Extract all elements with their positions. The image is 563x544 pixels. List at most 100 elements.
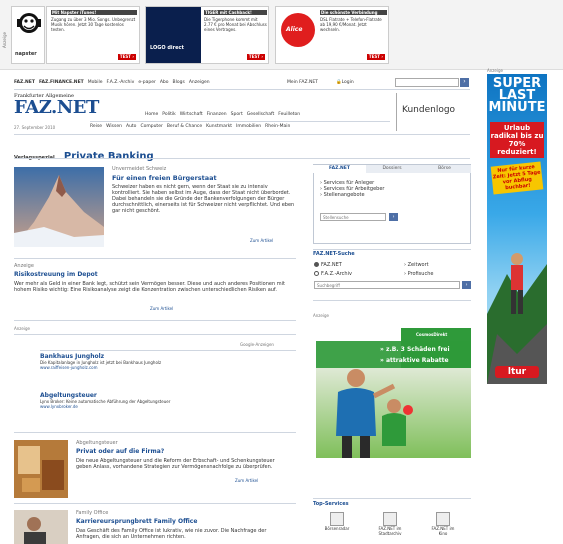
faz-search-button[interactable]: › — [462, 281, 471, 289]
kundenlogo: Kundenlogo — [402, 105, 456, 115]
kundenlogo-divider — [396, 93, 397, 131]
radio-archiv[interactable]: F.A.Z.-Archiv — [314, 271, 352, 277]
faz-logo[interactable]: Frankfurter Allgemeine FAZ.NET — [14, 93, 99, 117]
job-search-button[interactable]: › — [389, 213, 398, 221]
nav-computer[interactable]: Computer — [140, 124, 162, 130]
sidebar-box — [313, 164, 471, 244]
my-faz-link[interactable]: Mein FAZ.NET — [287, 80, 318, 86]
chart-icon — [330, 512, 344, 526]
ad2-text: Die Tigerphone kommt mit 2.77 € pro Mona… — [204, 17, 267, 32]
article4-image[interactable] — [14, 510, 68, 544]
nav-gesellschaft[interactable]: Gesellschaft — [247, 112, 275, 118]
article3-kicker: Abgeltungsteuer — [76, 440, 118, 446]
nav-wirtschaft[interactable]: Wirtschaft — [180, 112, 203, 118]
ad-alice[interactable]: Alice Die schönste Verbindung DSL Flatra… — [275, 6, 389, 64]
job-search-input[interactable]: Stellensuche — [320, 213, 386, 221]
tab-boerse[interactable]: Börse — [418, 164, 471, 173]
ad-item1-title: Bankhaus Jungholz — [40, 353, 105, 360]
ad-napster[interactable]: Mit Napster iTunes! Zugang zu über 3 Mio… — [46, 6, 140, 64]
nav-feuilleton[interactable]: Feuilleton — [278, 112, 300, 118]
faz-search-input[interactable]: Suchbegriff — [314, 281, 460, 289]
article4-title[interactable]: Karriereursprungbrett Family Office — [76, 518, 197, 526]
nav-sport[interactable]: Sport — [231, 112, 243, 118]
adsblock-google-label: Google-Anzeigen — [240, 342, 274, 347]
adsblock-item-2[interactable]: Abgeltungsteuer Lynx Broker: Keine autom… — [40, 392, 290, 409]
header-search-input[interactable] — [395, 78, 459, 87]
nav-finanzen[interactable]: Finanzen — [207, 112, 227, 118]
service-boersenradar[interactable]: Börsenradar — [325, 512, 352, 531]
cosmos-bullet1: » z.B. 3 Schäden frei — [380, 346, 450, 353]
lead-kicker: Unvermeidet Schweiz — [112, 166, 167, 172]
sidebar-divider-1 — [313, 249, 471, 250]
section-title: Private Banking — [63, 151, 154, 162]
lead-more-link[interactable]: Zum Artikel — [250, 238, 273, 243]
ltur-skyscraper-ad[interactable]: SUPER LAST MINUTE Urlaub radikal bis zu … — [487, 74, 547, 384]
article2-title[interactable]: Risikostreuung im Depot — [14, 271, 98, 279]
adsblock-item-1[interactable]: Bankhaus Jungholz Die Kapitalanlage in J… — [40, 353, 290, 370]
cosmos-ad[interactable]: CosmosDirekt » z.B. 3 Schäden frei » att… — [316, 328, 471, 458]
article3-more-link[interactable]: Zum Artikel — [235, 478, 258, 483]
link-archiv[interactable]: F.A.Z.-Archiv — [106, 80, 134, 86]
ad1-button[interactable]: TEST › — [117, 54, 136, 60]
main-nav-row1: Home Politik Wirtschaft Finanzen Sport Gesell… — [145, 112, 304, 118]
adsblock-top-divider — [14, 334, 296, 335]
link-fazfinance[interactable]: FAZ.FINANCE.NET — [39, 80, 84, 86]
link-anzeigen[interactable]: Anzeigen — [189, 80, 210, 86]
article2-more-link[interactable]: Zum Artikel — [150, 306, 173, 311]
alice-logo-icon: Alice — [281, 13, 315, 47]
tab-faznet[interactable]: FAZ.NET — [313, 164, 366, 173]
napster-cat-icon — [17, 13, 41, 33]
nav-politik[interactable]: Politik — [162, 112, 175, 118]
ad2-image: LOGO direct — [146, 7, 201, 63]
napster-logo-box[interactable]: napster — [11, 6, 45, 64]
service-stadtarchiv[interactable]: FAZ.NET im Stadtarchiv — [379, 512, 405, 536]
link-faznet[interactable]: FAZ.NET — [14, 80, 35, 86]
nav-divider — [90, 121, 390, 122]
article2-text: Wer mehr als Geld in einer Bank legt, sc… — [14, 281, 285, 293]
lead-title[interactable]: Für einen freien Bürgerstaat — [112, 174, 217, 182]
radio-archiv-dot — [314, 271, 319, 276]
nav-wissen[interactable]: Wissen — [106, 124, 122, 130]
sidebar-item-stellen[interactable]: › Stellenangebote — [320, 192, 390, 198]
link-abo[interactable]: Abo — [160, 80, 169, 86]
ad2-logo: LOGO direct — [150, 45, 184, 51]
radio-profisuche[interactable]: › Profisuche — [404, 271, 433, 277]
article4-text: Das Geschäft des Family Office ist lukra… — [76, 528, 267, 540]
radio-zeitwort-label: Zeitwort — [407, 262, 429, 268]
ad-item2-url: www.lynxbroker.de — [40, 404, 78, 409]
matterhorn-image[interactable] — [14, 167, 104, 247]
ad3-button[interactable]: TEST › — [366, 54, 385, 60]
logo-main: FAZ.NET — [14, 97, 99, 118]
nav-beruf[interactable]: Beruf & Chance — [167, 124, 202, 130]
radio-zeitwort[interactable]: › Zeitwort — [404, 262, 429, 268]
login-link[interactable]: 🔒Login — [336, 80, 354, 86]
ad3-title: Die schönste Verbindung — [320, 10, 387, 15]
ad-tiger[interactable]: LOGO direct TIGER mit Cashback! Die Tige… — [145, 6, 269, 64]
nav-auto[interactable]: Auto — [126, 124, 136, 130]
service-kino[interactable]: FAZ.NET im Kino — [432, 512, 458, 536]
article3-title[interactable]: Privat oder auf die Firma? — [76, 448, 164, 456]
service3-label: FAZ.NET im Kino — [431, 526, 455, 536]
ltur-logo[interactable]: ltur — [495, 366, 539, 378]
adsblock-label: Anzeige — [14, 326, 30, 331]
sidebar-divider-2 — [313, 300, 471, 301]
nav-rheinmain[interactable]: Rhein-Main — [265, 124, 290, 130]
article3-divider — [14, 503, 296, 504]
link-blogs[interactable]: Blogs — [173, 80, 185, 86]
nav-home[interactable]: Home — [145, 112, 158, 118]
tab-dossiers[interactable]: Dossiers — [366, 164, 418, 173]
nav-reise[interactable]: Reise — [90, 124, 102, 130]
nav-immobilien[interactable]: Immobilien — [236, 124, 261, 130]
link-mobile[interactable]: Mobile — [88, 80, 103, 86]
article3-image[interactable] — [14, 440, 68, 498]
ad3-logo: Alice — [286, 26, 303, 33]
ad2-button[interactable]: TEST › — [246, 54, 265, 60]
adsblock-bottom-divider — [14, 432, 296, 433]
header-search-button[interactable]: › — [460, 78, 469, 87]
ad-item2-title: Abgeltungsteuer — [40, 392, 97, 399]
link-epaper[interactable]: e-paper — [138, 80, 155, 86]
radio-faznet[interactable]: FAZ.NET — [314, 262, 342, 268]
nav-kunstmarkt[interactable]: Kunstmarkt — [206, 124, 232, 130]
lead-text: Schweizer haben es nicht gern, wenn der … — [112, 184, 295, 214]
sidebar-list: › Services für Anleger › Services für Ar… — [320, 180, 390, 198]
